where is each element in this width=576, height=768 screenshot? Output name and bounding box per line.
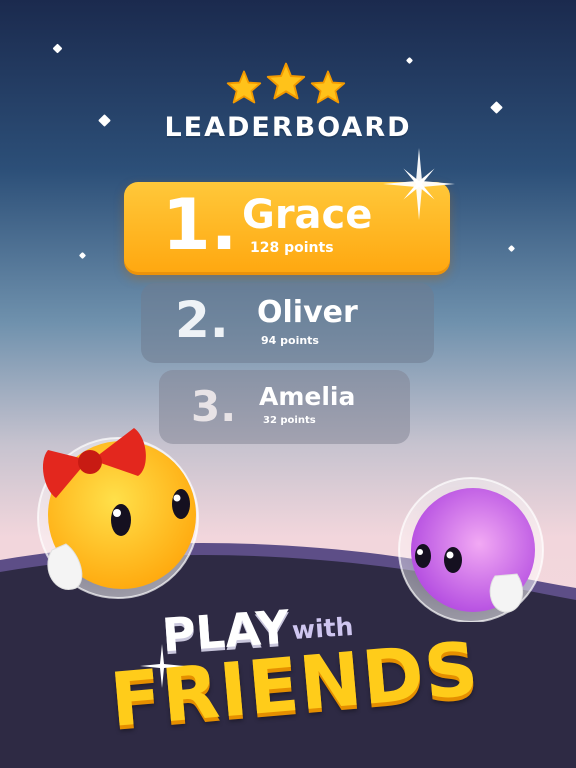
- purple-ball-character-icon: [398, 477, 544, 622]
- yellow-ball-character-icon: [37, 428, 199, 599]
- sparkle-flare-icon: [140, 644, 184, 688]
